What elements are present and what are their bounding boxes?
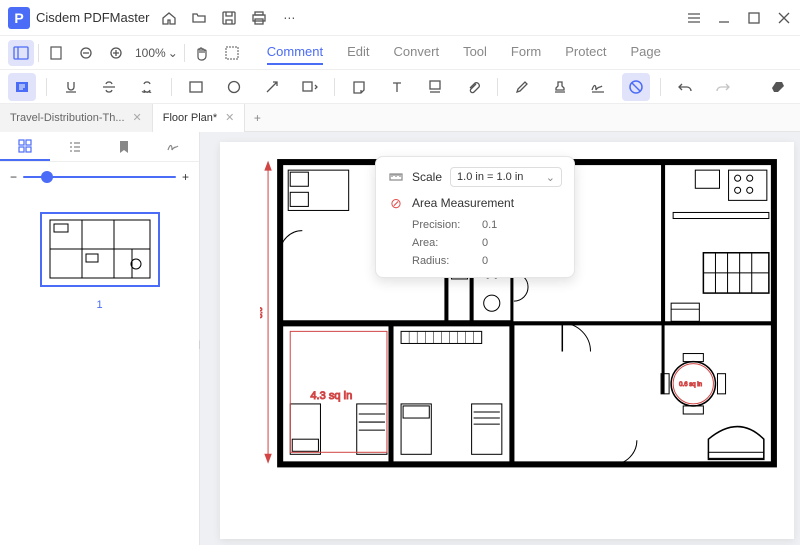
tab-label: Floor Plan* xyxy=(163,112,217,124)
note-button[interactable] xyxy=(345,73,373,101)
close-icon[interactable] xyxy=(776,10,792,26)
circle-area-value: 0.6 sq in xyxy=(679,382,702,388)
text-button[interactable] xyxy=(383,73,411,101)
title-bar: P Cisdem PDFMaster ⋯ xyxy=(0,0,800,36)
signature-button[interactable] xyxy=(584,73,612,101)
menu-comment[interactable]: Comment xyxy=(267,40,323,65)
radius-value: 0 xyxy=(482,255,562,267)
zoom-out-button[interactable] xyxy=(73,40,99,66)
home-icon[interactable] xyxy=(161,10,177,26)
document-tab[interactable]: Travel-Distribution-Th... ✕ xyxy=(0,104,153,132)
area-label: Area: xyxy=(412,237,482,249)
tab-label: Travel-Distribution-Th... xyxy=(10,112,125,124)
document-tab[interactable]: Floor Plan* ✕ xyxy=(153,104,246,132)
measurement-title: Area Measurement xyxy=(412,196,514,210)
slider-thumb[interactable] xyxy=(41,171,53,183)
comment-toolbar xyxy=(0,70,800,104)
outline-tab[interactable] xyxy=(50,132,100,161)
separator xyxy=(171,78,172,96)
separator xyxy=(184,44,185,62)
strikethrough-button[interactable] xyxy=(95,73,123,101)
callout-button[interactable] xyxy=(421,73,449,101)
zoom-dropdown[interactable]: 100% ⌄ xyxy=(133,46,180,60)
document-tab-bar: Travel-Distribution-Th... ✕ Floor Plan* … xyxy=(0,104,800,132)
save-icon[interactable] xyxy=(221,10,237,26)
zoom-value: 100% xyxy=(135,46,166,60)
open-icon[interactable] xyxy=(191,10,207,26)
thumbnail-list: 1 xyxy=(0,192,199,545)
thumbnails-tab[interactable] xyxy=(0,132,50,161)
chevron-down-icon: ⌄ xyxy=(168,46,178,60)
area-value: 4.3 sq in xyxy=(310,390,352,402)
tab-close-icon[interactable]: ✕ xyxy=(225,111,234,124)
app-title: Cisdem PDFMaster xyxy=(36,10,149,25)
hand-tool-button[interactable] xyxy=(189,40,215,66)
scale-label: Scale xyxy=(412,170,442,184)
dimension-label: 8.6 xyxy=(260,307,264,319)
precision-value: 0.1 xyxy=(482,219,562,231)
attachment-button[interactable] xyxy=(459,73,487,101)
page: 8.6 4.3 sq in 0.6 sq in Scale 1.0 in = 1… xyxy=(220,142,794,539)
undo-button[interactable] xyxy=(671,73,699,101)
zoom-in-button[interactable] xyxy=(103,40,129,66)
circle-button[interactable] xyxy=(220,73,248,101)
underline-button[interactable] xyxy=(57,73,85,101)
menu-convert[interactable]: Convert xyxy=(394,40,440,65)
menu-protect[interactable]: Protect xyxy=(565,40,606,65)
separator xyxy=(334,78,335,96)
thumbnail-size-slider[interactable]: − + xyxy=(0,162,199,192)
thumbnail-sidebar: − + 1 || xyxy=(0,132,200,545)
single-page-button[interactable] xyxy=(43,40,69,66)
measure-button[interactable] xyxy=(622,73,650,101)
separator xyxy=(497,78,498,96)
thumbnail-page-number: 1 xyxy=(96,299,102,311)
minimize-icon[interactable] xyxy=(716,10,732,26)
bookmarks-tab[interactable] xyxy=(100,132,150,161)
ruler-icon xyxy=(388,169,404,185)
print-icon[interactable] xyxy=(251,10,267,26)
rectangle-button[interactable] xyxy=(182,73,210,101)
measurement-popup: Scale 1.0 in = 1.0 in ⊘ Area Measurement… xyxy=(375,156,575,278)
separator xyxy=(46,78,47,96)
document-canvas[interactable]: 8.6 4.3 sq in 0.6 sq in Scale 1.0 in = 1… xyxy=(200,132,800,545)
menu-page[interactable]: Page xyxy=(630,40,660,65)
area-value: 0 xyxy=(482,237,562,249)
main-toolbar: 100% ⌄ Comment Edit Convert Tool Form Pr… xyxy=(0,36,800,70)
squiggly-button[interactable] xyxy=(133,73,161,101)
add-tab-button[interactable]: + xyxy=(245,111,269,125)
pencil-button[interactable] xyxy=(508,73,536,101)
menu-form[interactable]: Form xyxy=(511,40,541,65)
menu-tabs: Comment Edit Convert Tool Form Protect P… xyxy=(267,40,661,65)
stamp-button[interactable] xyxy=(546,73,574,101)
slider-minus-icon[interactable]: − xyxy=(10,170,17,184)
measurement-values: Precision: 0.1 Area: 0 Radius: 0 xyxy=(412,219,562,267)
shape-dropdown-button[interactable] xyxy=(296,73,324,101)
separator xyxy=(660,78,661,96)
sidebar-toggle-button[interactable] xyxy=(8,40,34,66)
maximize-icon[interactable] xyxy=(746,10,762,26)
slider-plus-icon[interactable]: + xyxy=(182,170,189,184)
redo-button[interactable] xyxy=(709,73,737,101)
eraser-button[interactable] xyxy=(764,73,792,101)
radius-label: Radius: xyxy=(412,255,482,267)
signatures-tab[interactable] xyxy=(149,132,199,161)
workspace: − + 1 || xyxy=(0,132,800,545)
no-entry-icon: ⊘ xyxy=(388,195,404,211)
page-thumbnail[interactable] xyxy=(40,212,160,287)
menu-edit[interactable]: Edit xyxy=(347,40,369,65)
separator xyxy=(38,44,39,62)
tab-close-icon[interactable]: ✕ xyxy=(133,111,142,124)
select-tool-button[interactable] xyxy=(219,40,245,66)
sidebar-view-tabs xyxy=(0,132,199,162)
highlight-button[interactable] xyxy=(8,73,36,101)
scale-dropdown[interactable]: 1.0 in = 1.0 in xyxy=(450,167,562,187)
arrow-button[interactable] xyxy=(258,73,286,101)
menu-tool[interactable]: Tool xyxy=(463,40,487,65)
precision-label: Precision: xyxy=(412,219,482,231)
hamburger-icon[interactable] xyxy=(686,10,702,26)
slider-track[interactable] xyxy=(23,176,176,178)
more-icon[interactable]: ⋯ xyxy=(281,10,297,26)
app-logo: P xyxy=(8,7,30,29)
